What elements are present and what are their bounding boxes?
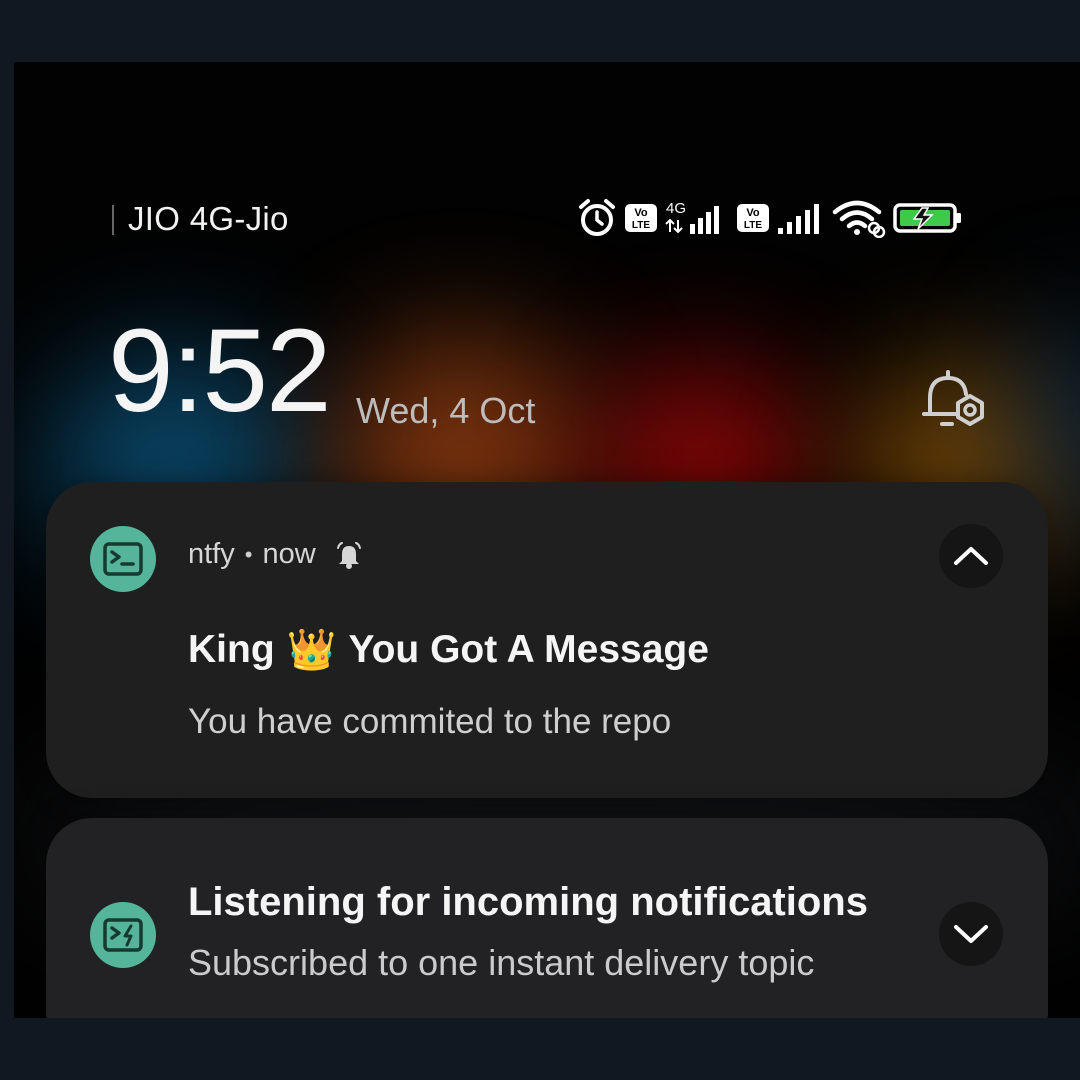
notification-title: King 👑 You Got A Message (188, 626, 709, 673)
wifi-icon (832, 200, 886, 238)
chevron-up-icon (954, 547, 988, 565)
lockscreen-clock: 9:52 (108, 305, 332, 437)
title-prefix: King (188, 627, 275, 671)
chevron-down-icon (954, 925, 988, 943)
title-suffix: You Got A Message (348, 627, 709, 671)
ntfy-service-icon (90, 902, 156, 968)
collapse-button[interactable] (939, 524, 1003, 588)
alert-bell-icon (336, 541, 361, 569)
notification-body: You have commited to the repo (188, 702, 672, 741)
svg-text:Vo: Vo (634, 207, 648, 219)
alarm-icon (579, 199, 615, 236)
4g-signal-icon: 4G (665, 200, 719, 234)
signal-icon (778, 204, 819, 234)
svg-text:LTE: LTE (744, 220, 762, 231)
svg-text:LTE: LTE (632, 220, 650, 231)
header-separator: • (244, 541, 253, 567)
status-icons: Vo LTE 4G Vo LTE (576, 196, 964, 240)
carrier-name: JIO 4G-Jio (128, 200, 289, 237)
listening-body: Subscribed to one instant delivery topic (188, 942, 815, 983)
app-name: ntfy (188, 538, 235, 570)
volte-icon: Vo LTE (625, 204, 657, 232)
svg-text:4G: 4G (666, 200, 686, 217)
carrier-separator (112, 205, 114, 235)
notification-header: ntfy • now (188, 538, 364, 571)
svg-text:Vo: Vo (746, 207, 760, 219)
notification-settings-icon[interactable] (920, 370, 990, 434)
battery-charging-icon (893, 203, 961, 233)
expand-button[interactable] (939, 902, 1003, 966)
notification-card-ntfy[interactable]: ntfy • now King 👑 You Got A Message You … (46, 482, 1048, 798)
lockscreen-date: Wed, 4 Oct (356, 390, 536, 431)
terminal-icon (103, 542, 143, 576)
volte-icon-2: Vo LTE (737, 204, 769, 232)
crown-emoji: 👑 (286, 628, 337, 672)
bottom-frame (0, 1018, 1080, 1080)
terminal-bolt-icon (103, 918, 143, 952)
notification-time: now (262, 538, 316, 570)
ntfy-app-icon (90, 526, 156, 592)
listening-title: Listening for incoming notifications (188, 880, 868, 924)
